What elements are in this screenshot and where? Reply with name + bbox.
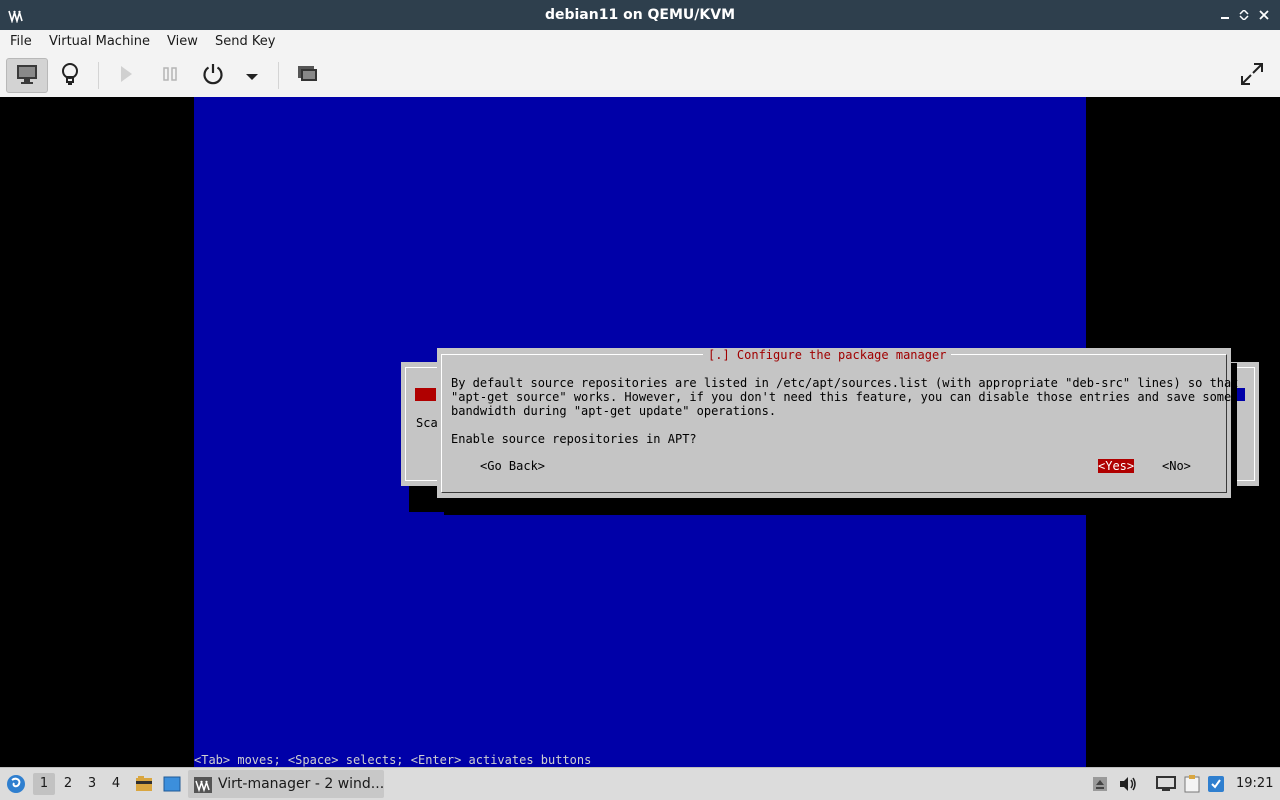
- dialog-title: [.] Configure the package manager: [703, 348, 952, 362]
- toolbar: [0, 54, 1280, 98]
- power-button[interactable]: [197, 58, 229, 93]
- taskbar-task-virt-manager[interactable]: Virt-manager - 2 wind...: [188, 770, 384, 798]
- power-icon: [201, 62, 225, 90]
- menu-send-key[interactable]: Send Key: [215, 30, 275, 54]
- clipboard-icon[interactable]: [1183, 775, 1201, 793]
- console-icon: [15, 63, 39, 89]
- installer-screen: Sca [.] Configure the package manager By…: [194, 97, 1267, 767]
- vm-console-display[interactable]: Sca [.] Configure the package manager By…: [0, 97, 1280, 767]
- menu-bar: File Virtual Machine View Send Key: [0, 30, 1280, 54]
- console-button[interactable]: [6, 58, 48, 93]
- toolbar-separator: [278, 62, 279, 89]
- dialog-text-line: By default source repositories are liste…: [451, 376, 1239, 390]
- chevron-down-icon: [246, 66, 258, 85]
- workspace-1[interactable]: 1: [33, 773, 55, 795]
- configure-package-manager-dialog: [.] Configure the package manager By def…: [437, 348, 1238, 498]
- file-manager-icon[interactable]: [135, 775, 153, 793]
- window-title: debian11 on QEMU/KVM: [544, 7, 736, 23]
- pause-button[interactable]: [156, 58, 184, 93]
- workspace-2[interactable]: 2: [57, 773, 79, 795]
- menu-file[interactable]: File: [10, 30, 32, 54]
- network-icon[interactable]: [1156, 775, 1176, 793]
- progress-bar-fill: [415, 388, 436, 401]
- minimize-icon[interactable]: [1217, 7, 1233, 23]
- pause-icon: [163, 66, 177, 86]
- power-menu-button[interactable]: [240, 58, 264, 93]
- taskbar: 1 2 3 4 Virt-manager - 2 wind... 19:21: [0, 767, 1280, 800]
- clock: 19:21: [1236, 776, 1274, 791]
- details-button[interactable]: [54, 58, 86, 93]
- task-label: Virt-manager - 2 wind...: [218, 776, 385, 792]
- installer-help-line: <Tab> moves; <Space> selects; <Enter> ac…: [194, 753, 592, 767]
- run-icon: [119, 65, 133, 87]
- snapshots-button[interactable]: [292, 58, 322, 93]
- snapshots-icon: [296, 64, 318, 88]
- yes-button[interactable]: <Yes>: [1098, 459, 1135, 473]
- start-menu-icon[interactable]: [6, 774, 26, 794]
- workspace-3[interactable]: 3: [81, 773, 103, 795]
- close-icon[interactable]: [1256, 7, 1272, 23]
- dialog-question: Enable source repositories in APT?: [451, 432, 697, 446]
- show-desktop-icon[interactable]: [163, 775, 181, 793]
- updates-icon[interactable]: [1207, 775, 1225, 793]
- no-button[interactable]: <No>: [1162, 459, 1191, 473]
- workspace-4[interactable]: 4: [105, 773, 127, 795]
- fullscreen-button[interactable]: [1236, 58, 1268, 93]
- volume-icon[interactable]: [1119, 775, 1137, 793]
- run-button[interactable]: [112, 58, 140, 93]
- toolbar-separator: [98, 62, 99, 89]
- window-titlebar: debian11 on QEMU/KVM: [0, 0, 1280, 30]
- dialog-text-line: "apt-get source" works. However, if you …: [451, 390, 1232, 404]
- maximize-icon[interactable]: [1236, 7, 1252, 23]
- fullscreen-icon: [1240, 62, 1264, 90]
- eject-icon[interactable]: [1091, 775, 1109, 793]
- dialog-text-line: bandwidth during "apt-get update" operat…: [451, 404, 777, 418]
- virt-manager-icon: [194, 776, 212, 794]
- details-lightbulb-icon: [60, 62, 80, 90]
- go-back-button[interactable]: <Go Back>: [480, 459, 545, 473]
- background-dialog-text: Sca: [416, 416, 438, 430]
- menu-virtual-machine[interactable]: Virtual Machine: [49, 30, 150, 54]
- menu-view[interactable]: View: [167, 30, 198, 54]
